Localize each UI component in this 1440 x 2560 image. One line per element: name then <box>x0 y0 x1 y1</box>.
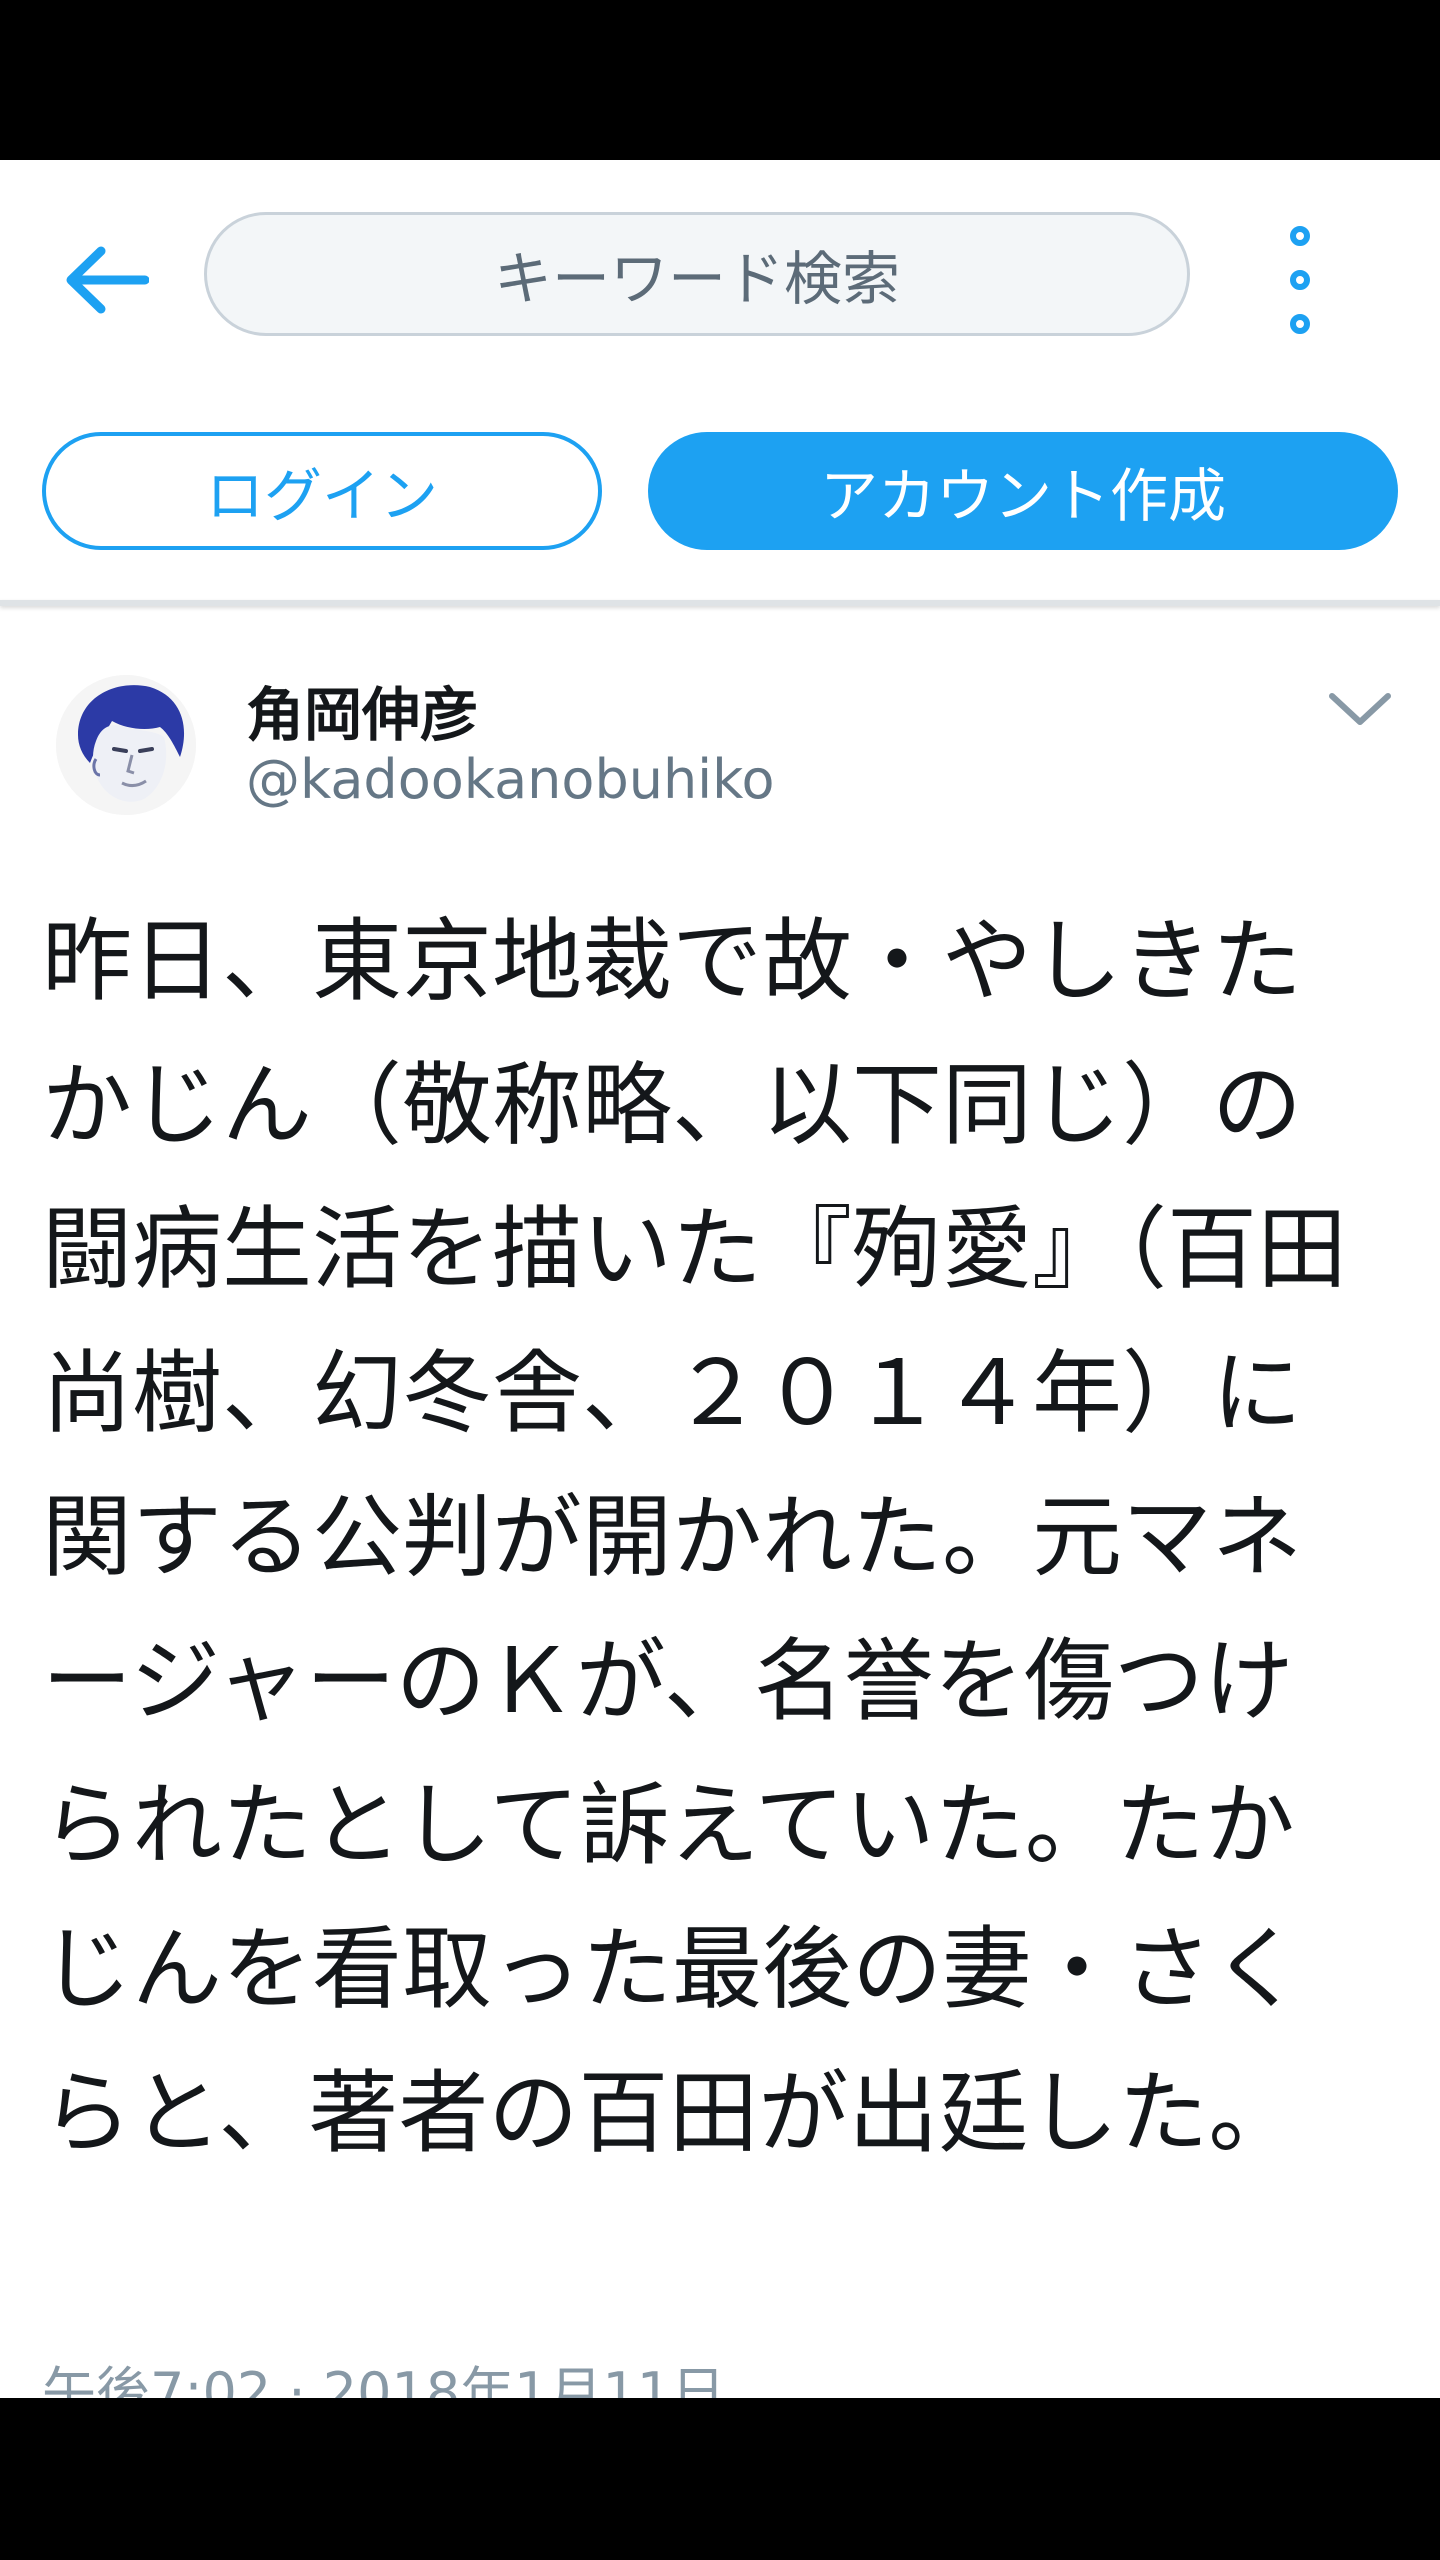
login-button[interactable]: ログイン <box>42 432 602 550</box>
avatar[interactable] <box>56 675 196 815</box>
tweet-screen: キーワード検索 ログイン アカウント作成 角岡伸彦 @kadookanobuhi… <box>0 160 1440 2398</box>
user-handle[interactable]: @kadookanobuhiko <box>246 748 775 811</box>
back-button[interactable] <box>56 230 156 330</box>
status-bar <box>0 0 1440 160</box>
divider <box>0 600 1440 606</box>
navigation-bar <box>0 2398 1440 2560</box>
tweet-timestamp[interactable]: 午後7:02 · 2018年1月11日 <box>42 2348 725 2398</box>
tweet-options-button[interactable] <box>1320 670 1400 750</box>
top-bar: キーワード検索 <box>0 160 1440 430</box>
display-name[interactable]: 角岡伸彦 <box>246 668 478 752</box>
chevron-down-icon <box>1329 693 1391 725</box>
create-account-button[interactable]: アカウント作成 <box>648 432 1398 550</box>
arrow-left-icon <box>66 246 149 314</box>
more-vertical-icon <box>1290 226 1310 246</box>
more-options-button[interactable] <box>1260 220 1340 340</box>
avatar-illustration <box>56 675 196 815</box>
search-input[interactable]: キーワード検索 <box>204 212 1190 336</box>
tweet-text: 昨日、東京地裁で故・やしきたかじん（敬称略、以下同じ）の闘病生活を描いた『殉愛』… <box>42 909 1347 2166</box>
